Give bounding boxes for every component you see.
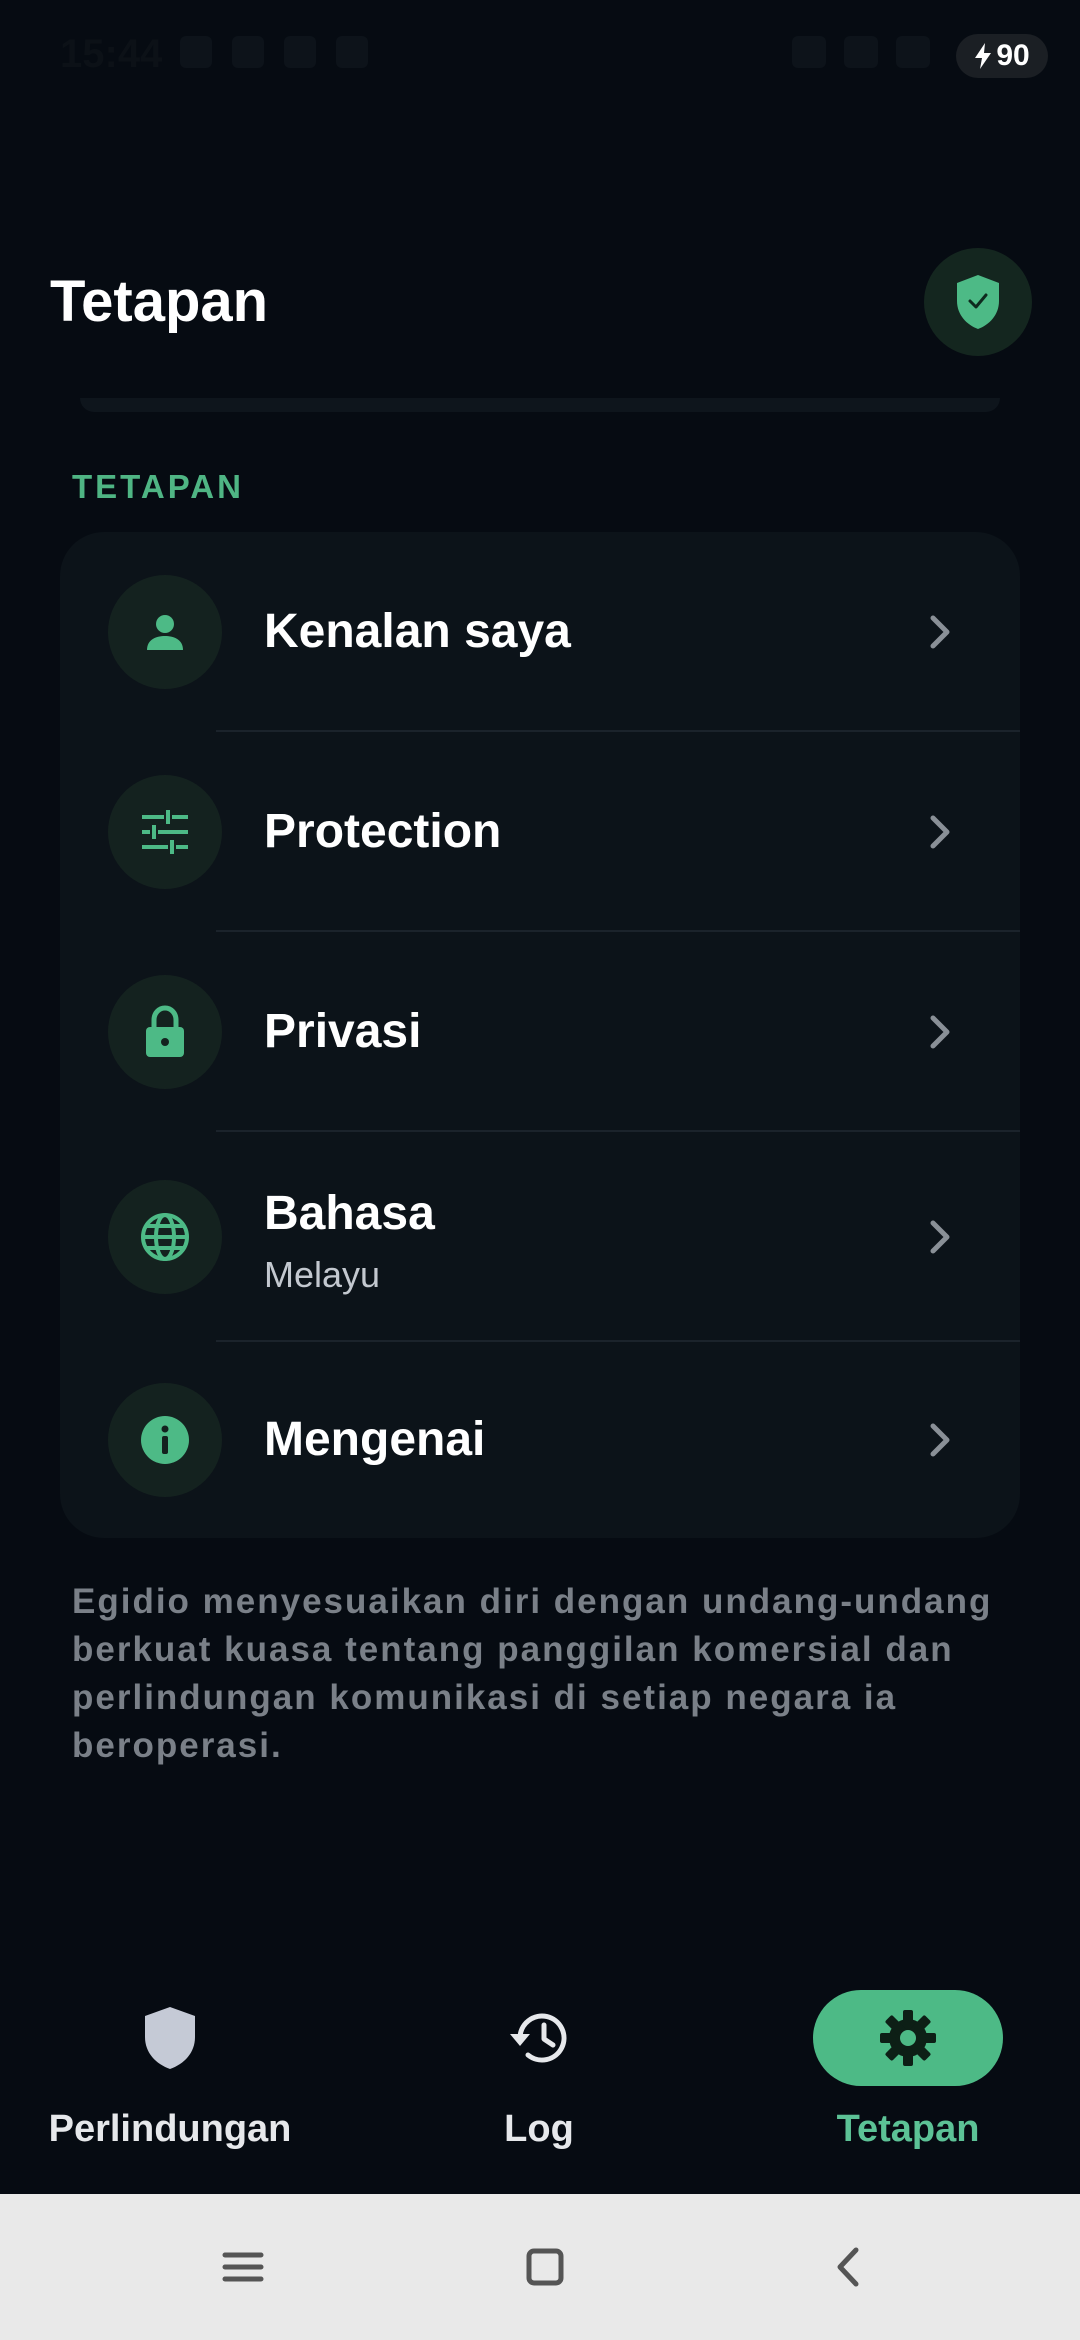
home-button[interactable] bbox=[515, 2242, 575, 2292]
dot-icon bbox=[336, 36, 368, 68]
nav-item-settings[interactable]: Tetapan bbox=[758, 1990, 1058, 2170]
location-icon bbox=[180, 36, 212, 68]
menu-icon bbox=[222, 2252, 264, 2282]
charging-icon bbox=[975, 43, 992, 69]
menu-button[interactable] bbox=[213, 2242, 273, 2292]
chevron-right-icon bbox=[920, 1420, 960, 1460]
lock-icon bbox=[146, 1005, 184, 1057]
chevron-right-icon bbox=[920, 812, 960, 852]
sliders-icon bbox=[142, 810, 188, 854]
settings-item-label: Protection bbox=[264, 805, 502, 858]
chevron-right-icon bbox=[920, 1012, 960, 1052]
bottom-navigation: Perlindungan Log Tetapan bbox=[0, 1960, 1080, 2194]
back-icon bbox=[837, 2247, 859, 2287]
settings-item-sublabel: Melayu bbox=[264, 1254, 381, 1295]
history-icon bbox=[510, 2013, 567, 2063]
screenshot-icon bbox=[232, 36, 264, 68]
settings-item-label: Mengenai bbox=[264, 1413, 486, 1466]
info-icon bbox=[141, 1416, 189, 1464]
collapsed-card-edge bbox=[80, 398, 1000, 412]
privacy-icon-circle bbox=[108, 975, 222, 1089]
system-navigation-bar bbox=[0, 2194, 1080, 2340]
page-title: Tetapan bbox=[50, 269, 269, 334]
person-icon bbox=[147, 615, 183, 650]
nav-label: Log bbox=[504, 2108, 574, 2150]
about-icon-circle bbox=[108, 1383, 222, 1497]
chevron-right-icon bbox=[920, 612, 960, 652]
settings-item-language[interactable]: Bahasa Melayu bbox=[60, 1132, 1020, 1342]
bulb-icon bbox=[284, 36, 316, 68]
nav-label: Tetapan bbox=[836, 2108, 980, 2150]
status-time: 15:44 bbox=[60, 32, 163, 76]
legal-footnote: Egidio menyesuaikan diri dengan undang-u… bbox=[72, 1582, 993, 1765]
settings-item-contacts[interactable]: Kenalan saya bbox=[60, 532, 1020, 732]
gear-icon bbox=[880, 2010, 936, 2066]
settings-item-protection[interactable]: Protection bbox=[60, 732, 1020, 932]
language-icon-circle bbox=[108, 1180, 222, 1294]
nav-item-protection[interactable]: Perlindungan bbox=[20, 1990, 320, 2170]
protection-icon-circle bbox=[108, 775, 222, 889]
settings-item-label: Kenalan saya bbox=[264, 605, 571, 658]
status-system-icons bbox=[792, 36, 930, 68]
nav-icon-container bbox=[444, 1990, 634, 2086]
nav-icon-container bbox=[813, 1990, 1003, 2086]
settings-item-label: Privasi bbox=[264, 1005, 422, 1058]
status-notification-icons bbox=[180, 36, 368, 68]
shield-icon bbox=[145, 2007, 195, 2069]
contacts-icon-circle bbox=[108, 575, 222, 689]
nav-item-log[interactable]: Log bbox=[389, 1990, 689, 2170]
settings-card: Kenalan saya Protection Privasi Bahasa M… bbox=[60, 532, 1020, 1538]
settings-item-privacy[interactable]: Privasi bbox=[60, 932, 1020, 1132]
protection-status-button[interactable] bbox=[924, 248, 1032, 356]
settings-item-about[interactable]: Mengenai bbox=[60, 1342, 1020, 1538]
nav-icon-container bbox=[75, 1990, 265, 2086]
status-bar: 15:44 90 bbox=[0, 0, 1080, 110]
shield-check-icon bbox=[957, 275, 999, 329]
sim-icon bbox=[844, 36, 878, 68]
home-square-icon bbox=[526, 2248, 564, 2286]
signal-icon bbox=[896, 36, 930, 68]
battery-indicator: 90 bbox=[956, 34, 1048, 78]
globe-icon bbox=[141, 1213, 189, 1261]
chevron-right-icon bbox=[920, 1217, 960, 1257]
section-label: TETAPAN bbox=[72, 468, 244, 505]
back-button[interactable] bbox=[818, 2242, 878, 2292]
settings-item-label: Bahasa bbox=[264, 1187, 435, 1240]
headset-icon bbox=[792, 36, 826, 68]
battery-level: 90 bbox=[996, 39, 1030, 72]
nav-label: Perlindungan bbox=[48, 2108, 292, 2150]
